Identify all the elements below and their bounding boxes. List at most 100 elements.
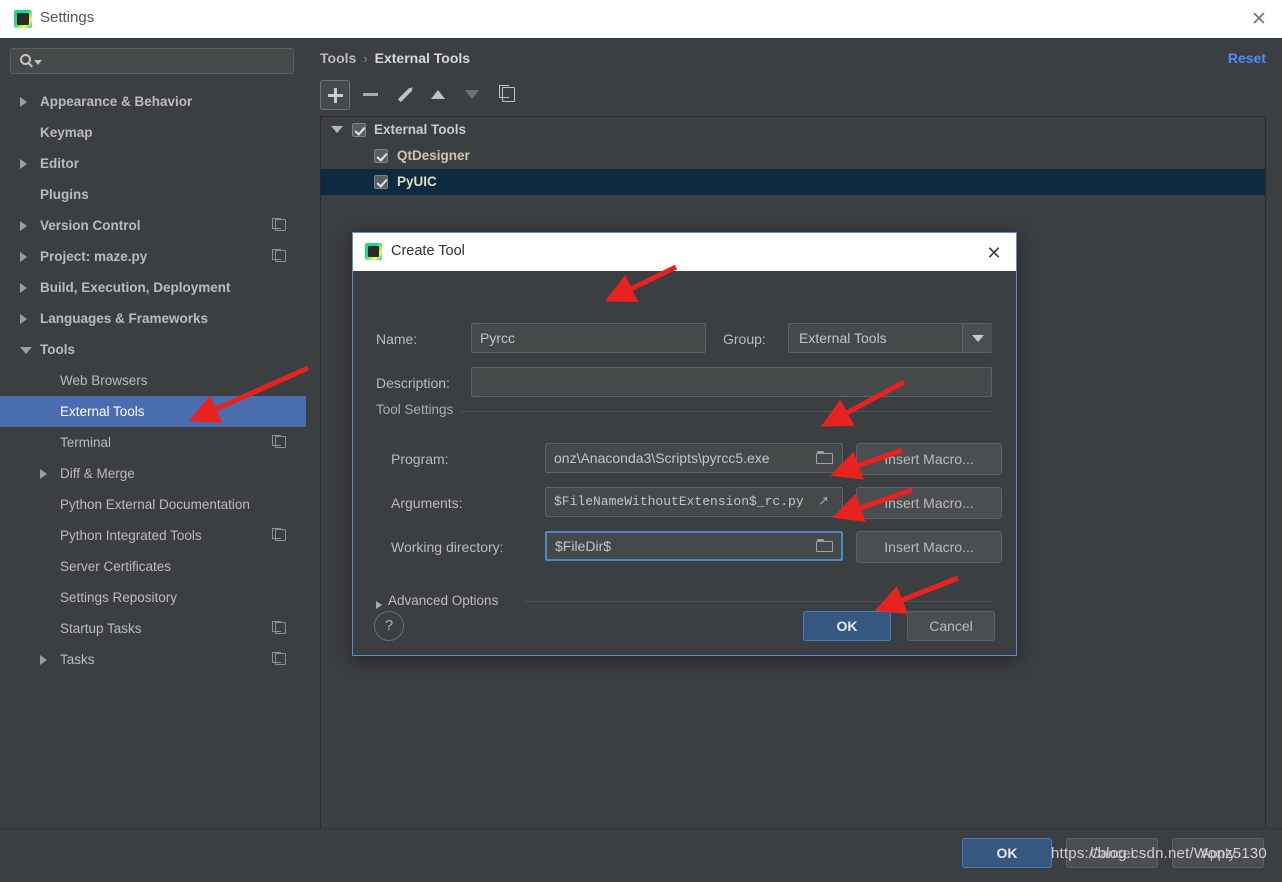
description-field[interactable]: [471, 367, 992, 397]
chevron-right-icon: [376, 601, 382, 609]
sidebar-item-label: Editor: [40, 156, 79, 171]
chevron-right-icon[interactable]: [20, 283, 27, 293]
search-input[interactable]: [10, 48, 294, 74]
advanced-options-divider: [524, 601, 992, 602]
close-icon[interactable]: ✕: [1236, 0, 1282, 38]
browse-working-directory-folder-icon[interactable]: [816, 539, 834, 553]
insert-macro-program-button[interactable]: Insert Macro...: [856, 443, 1002, 475]
sidebar-item-python-integrated-tools[interactable]: Python Integrated Tools: [0, 520, 306, 551]
sidebar-item-settings-repository[interactable]: Settings Repository: [0, 582, 306, 613]
dialog-ok-button[interactable]: OK: [803, 611, 891, 641]
sidebar-item-label: Plugins: [40, 187, 89, 202]
sidebar-item-label: Server Certificates: [60, 559, 172, 574]
sidebar-item-label: Web Browsers: [60, 373, 148, 388]
arguments-field[interactable]: $FileNameWithoutExtension$_rc.py: [545, 487, 843, 517]
group-label: Group:: [723, 331, 766, 347]
chevron-right-icon[interactable]: [20, 221, 27, 231]
sidebar-item-languages-frameworks[interactable]: Languages & Frameworks: [0, 303, 306, 334]
working-directory-field[interactable]: $FileDir$: [545, 531, 843, 561]
table-row[interactable]: PyUIC: [321, 169, 1265, 195]
sidebar-item-keymap[interactable]: Keymap: [0, 117, 306, 148]
working-directory-label: Working directory:: [391, 539, 504, 555]
sidebar-item-build-execution-deployment[interactable]: Build, Execution, Deployment: [0, 272, 306, 303]
duplicate-icon: [272, 435, 286, 448]
sidebar-item-server-certificates[interactable]: Server Certificates: [0, 551, 306, 582]
chevron-down-icon[interactable]: [331, 126, 343, 133]
insert-macro-arguments-button[interactable]: Insert Macro...: [856, 487, 1002, 519]
sidebar-item-label: Version Control: [40, 218, 141, 233]
group-dropdown-arrow[interactable]: [962, 324, 992, 352]
sidebar-item-external-tools[interactable]: External Tools: [0, 396, 306, 427]
sidebar-item-label: External Tools: [60, 404, 145, 419]
checkbox-checked[interactable]: [352, 123, 366, 137]
sidebar-item-tools[interactable]: Tools: [0, 334, 306, 365]
sidebar-item-diff-merge[interactable]: Diff & Merge: [0, 458, 306, 489]
chevron-down-icon[interactable]: [20, 347, 32, 354]
tool-settings-caption: Tool Settings: [376, 402, 462, 417]
dialog-help-button[interactable]: ?: [374, 611, 404, 641]
sidebar-item-label: Diff & Merge: [60, 466, 135, 481]
move-down-button[interactable]: [458, 80, 486, 108]
description-label: Description:: [376, 375, 450, 391]
settings-window: Settings ✕ Appearance & Behavior Keymap Ed…: [0, 0, 1282, 882]
dialog-close-icon[interactable]: ✕: [980, 241, 1008, 265]
advanced-options-label: Advanced Options: [388, 593, 499, 608]
name-label: Name:: [376, 331, 418, 347]
arrow-up-icon: [431, 89, 445, 99]
chevron-right-icon[interactable]: [20, 97, 27, 107]
tools-tree: External Tools QtDesigner PyUIC: [321, 117, 1265, 195]
breadcrumb-root[interactable]: Tools: [320, 50, 356, 66]
program-field[interactable]: onz\Anaconda3\Scripts\pyrcc5.exe: [545, 443, 843, 473]
pycharm-icon: [14, 10, 32, 28]
sidebar-item-version-control[interactable]: Version Control: [0, 210, 306, 241]
chevron-right-icon[interactable]: [40, 655, 47, 665]
edit-tool-button[interactable]: [390, 80, 418, 108]
browse-program-folder-icon[interactable]: [816, 451, 834, 465]
reset-link[interactable]: Reset: [1228, 50, 1266, 66]
sidebar-item-project-maze-py[interactable]: Project: maze.py: [0, 241, 306, 272]
sidebar-item-plugins[interactable]: Plugins: [0, 179, 306, 210]
tool-name-label: External Tools: [374, 122, 467, 137]
sidebar-item-label: Languages & Frameworks: [40, 311, 209, 326]
sidebar-item-appearance-behavior[interactable]: Appearance & Behavior: [0, 86, 306, 117]
ok-button[interactable]: OK: [962, 838, 1052, 868]
dialog-title: Create Tool: [391, 243, 465, 259]
sidebar-item-terminal[interactable]: Terminal: [0, 427, 306, 458]
sidebar-item-startup-tasks[interactable]: Startup Tasks: [0, 613, 306, 644]
chevron-right-icon[interactable]: [20, 252, 27, 262]
sidebar-item-tasks[interactable]: Tasks: [0, 644, 306, 675]
checkbox-checked[interactable]: [374, 175, 388, 189]
remove-tool-button[interactable]: [356, 80, 384, 108]
sidebar-item-label: Tasks: [60, 652, 95, 667]
checkbox-checked[interactable]: [374, 149, 388, 163]
sidebar-item-label: Build, Execution, Deployment: [40, 280, 231, 295]
chevron-right-icon[interactable]: [40, 469, 47, 479]
chevron-right-icon[interactable]: [20, 314, 27, 324]
expand-arguments-icon[interactable]: ↗: [818, 494, 832, 508]
breadcrumb-separator: ›: [363, 51, 368, 66]
copy-tool-button[interactable]: [494, 80, 522, 108]
tools-toolbar: [320, 80, 1266, 112]
move-up-button[interactable]: [424, 80, 452, 108]
sidebar-item-label: Appearance & Behavior: [40, 94, 193, 109]
dialog-cancel-button[interactable]: Cancel: [907, 611, 995, 641]
settings-sidebar: Appearance & Behavior Keymap Editor Plugins…: [0, 38, 307, 828]
sidebar-item-web-browsers[interactable]: Web Browsers: [0, 365, 306, 396]
duplicate-icon: [272, 528, 286, 541]
insert-macro-workdir-button[interactable]: Insert Macro...: [856, 531, 1002, 563]
duplicate-icon: [272, 218, 286, 231]
sidebar-item-editor[interactable]: Editor: [0, 148, 306, 179]
minus-icon: [362, 92, 378, 96]
sidebar-item-label: Settings Repository: [60, 590, 178, 605]
name-field[interactable]: Pyrcc: [471, 323, 706, 353]
sidebar-item-python-external-documentation[interactable]: Python External Documentation: [0, 489, 306, 520]
table-row[interactable]: QtDesigner: [321, 143, 1265, 169]
sidebar-item-label: Python External Documentation: [60, 497, 250, 512]
table-row[interactable]: External Tools: [321, 117, 1265, 143]
sidebar-item-label: Tools: [40, 342, 75, 357]
chevron-right-icon[interactable]: [20, 159, 27, 169]
pycharm-icon: [365, 243, 382, 260]
add-tool-button[interactable]: [320, 80, 350, 110]
duplicate-icon: [272, 249, 286, 262]
sidebar-item-label: Python Integrated Tools: [60, 528, 202, 543]
